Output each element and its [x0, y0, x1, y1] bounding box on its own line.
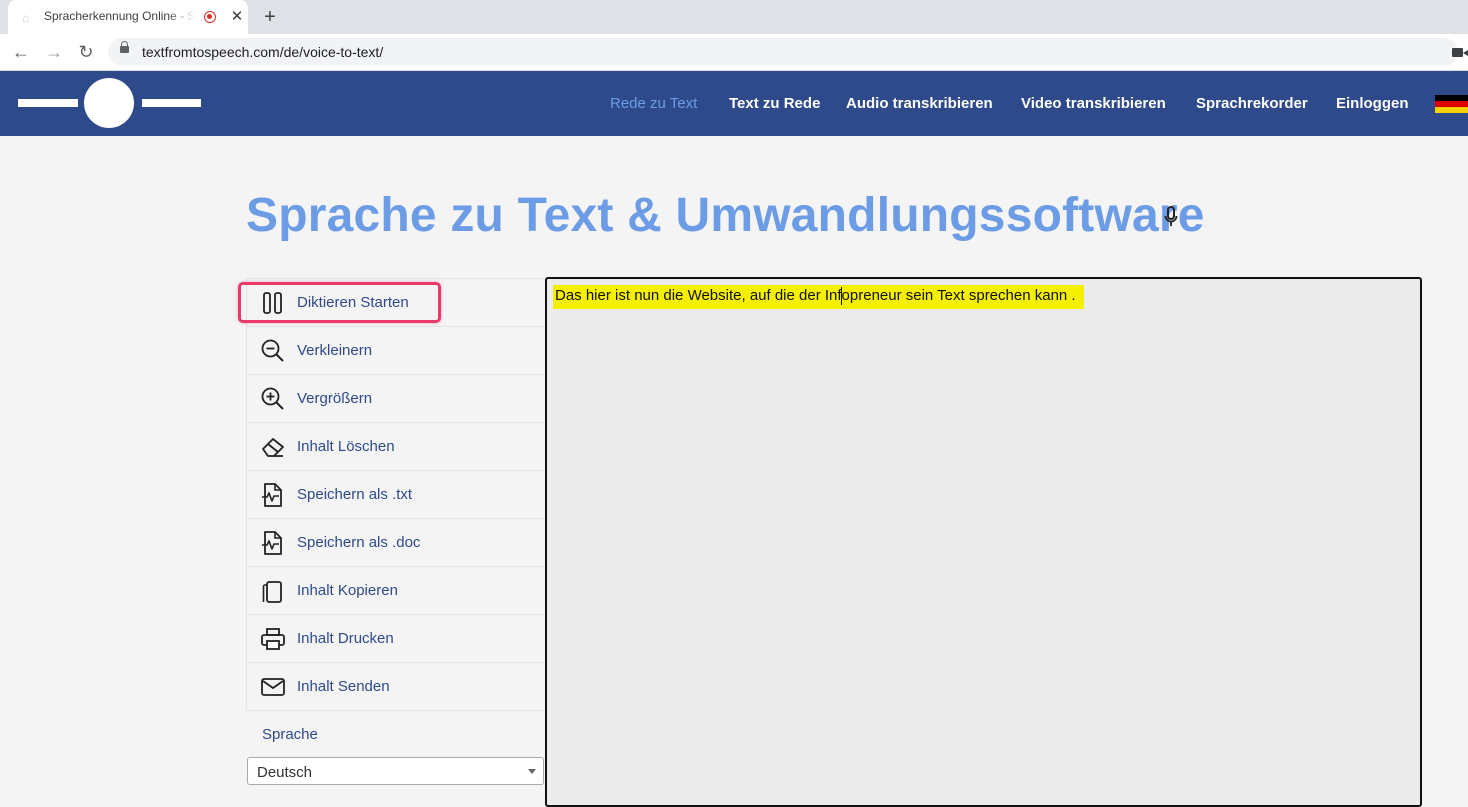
sidebar-item-label: Inhalt Drucken — [297, 630, 394, 647]
sidebar-item-label: Speichern als .doc — [297, 534, 421, 551]
language-select[interactable]: Deutsch — [247, 757, 544, 785]
nav-rede-zu-text[interactable]: Rede zu Text — [610, 95, 697, 112]
german-flag-icon[interactable] — [1435, 95, 1468, 113]
new-tab-button[interactable]: + — [259, 6, 281, 28]
sidebar-item-label: Speichern als .txt — [297, 486, 413, 503]
camera-icon[interactable] — [1452, 48, 1468, 57]
language-label: Sprache — [262, 726, 318, 743]
sidebar-item-label: Vergrößern — [297, 390, 373, 407]
nav-audio-transkribieren[interactable]: Audio transkribieren — [846, 95, 993, 112]
mail-icon — [261, 678, 285, 696]
zoom-out-icon — [261, 339, 284, 362]
sidebar-item-label: Inhalt Kopieren — [297, 582, 398, 599]
copy-icon — [262, 581, 282, 603]
lock-icon[interactable] — [120, 41, 129, 53]
site-logo[interactable] — [18, 77, 202, 129]
forward-icon[interactable]: → — [43, 41, 65, 63]
file-activity-icon — [262, 483, 282, 507]
back-icon[interactable]: ← — [10, 41, 32, 63]
nav-video-transkribieren[interactable]: Video transkribieren — [1021, 95, 1166, 112]
microphone-icon[interactable] — [1163, 205, 1179, 229]
nav-sprachrekorder[interactable]: Sprachrekorder — [1196, 95, 1308, 112]
text-caret — [841, 287, 842, 305]
eraser-icon — [262, 438, 284, 457]
sidebar-item-label: Inhalt Löschen — [297, 438, 395, 455]
highlight-annotation — [238, 282, 441, 323]
reload-icon[interactable]: ↻ — [75, 41, 97, 63]
page-title: Sprache zu Text & Umwandlungssoftware — [246, 189, 1205, 242]
sidebar-item-label: Verkleinern — [297, 342, 373, 359]
language-select-value: Deutsch — [257, 764, 313, 781]
transcribed-text-content: Das hier ist nun die Website, auf die de… — [555, 287, 1076, 304]
recording-indicator-icon — [204, 11, 216, 23]
url-text[interactable]: textfromtospeech.com/de/voice-to-text/ — [142, 44, 383, 60]
address-bar[interactable]: textfromtospeech.com/de/voice-to-text/ — [108, 38, 1468, 66]
sidebar-item-inhalt-drucken[interactable]: Inhalt Drucken — [246, 615, 544, 663]
chevron-down-icon — [528, 769, 536, 774]
favicon-icon: ⌂ — [22, 11, 30, 25]
nav-text-zu-rede[interactable]: Text zu Rede — [729, 95, 820, 112]
close-tab-icon[interactable]: ✕ — [228, 8, 246, 26]
sidebar-item-inhalt-loeschen[interactable]: Inhalt Löschen — [246, 423, 544, 471]
site-header: Rede zu Text Text zu Rede Audio transkri… — [0, 71, 1468, 136]
printer-icon — [261, 628, 285, 650]
browser-tab[interactable]: ⌂ Spracherkennung Online - Sp ✕ — [8, 0, 248, 34]
nav-einloggen[interactable]: Einloggen — [1336, 95, 1409, 112]
transcribed-text[interactable]: Das hier ist nun die Website, auf die de… — [553, 285, 1084, 309]
transcription-editor[interactable]: Das hier ist nun die Website, auf die de… — [545, 277, 1422, 807]
browser-toolbar: ← → ↻ textfromtospeech.com/de/voice-to-t… — [0, 34, 1468, 71]
zoom-in-icon — [261, 387, 284, 410]
sidebar-item-verkleinern[interactable]: Verkleinern — [246, 327, 544, 375]
sidebar-item-speichern-txt[interactable]: Speichern als .txt — [246, 471, 544, 519]
sidebar-item-vergroessern[interactable]: Vergrößern — [246, 375, 544, 423]
sidebar-menu: Diktieren Starten Verkleinern Vergrößern… — [246, 278, 544, 711]
sidebar-item-label: Inhalt Senden — [297, 678, 390, 695]
sidebar-item-inhalt-kopieren[interactable]: Inhalt Kopieren — [246, 567, 544, 615]
sidebar-item-inhalt-senden[interactable]: Inhalt Senden — [246, 663, 544, 711]
browser-tabstrip: ⌂ Spracherkennung Online - Sp ✕ + — [0, 0, 1468, 34]
sidebar-item-speichern-doc[interactable]: Speichern als .doc — [246, 519, 544, 567]
file-activity-icon — [262, 531, 282, 555]
